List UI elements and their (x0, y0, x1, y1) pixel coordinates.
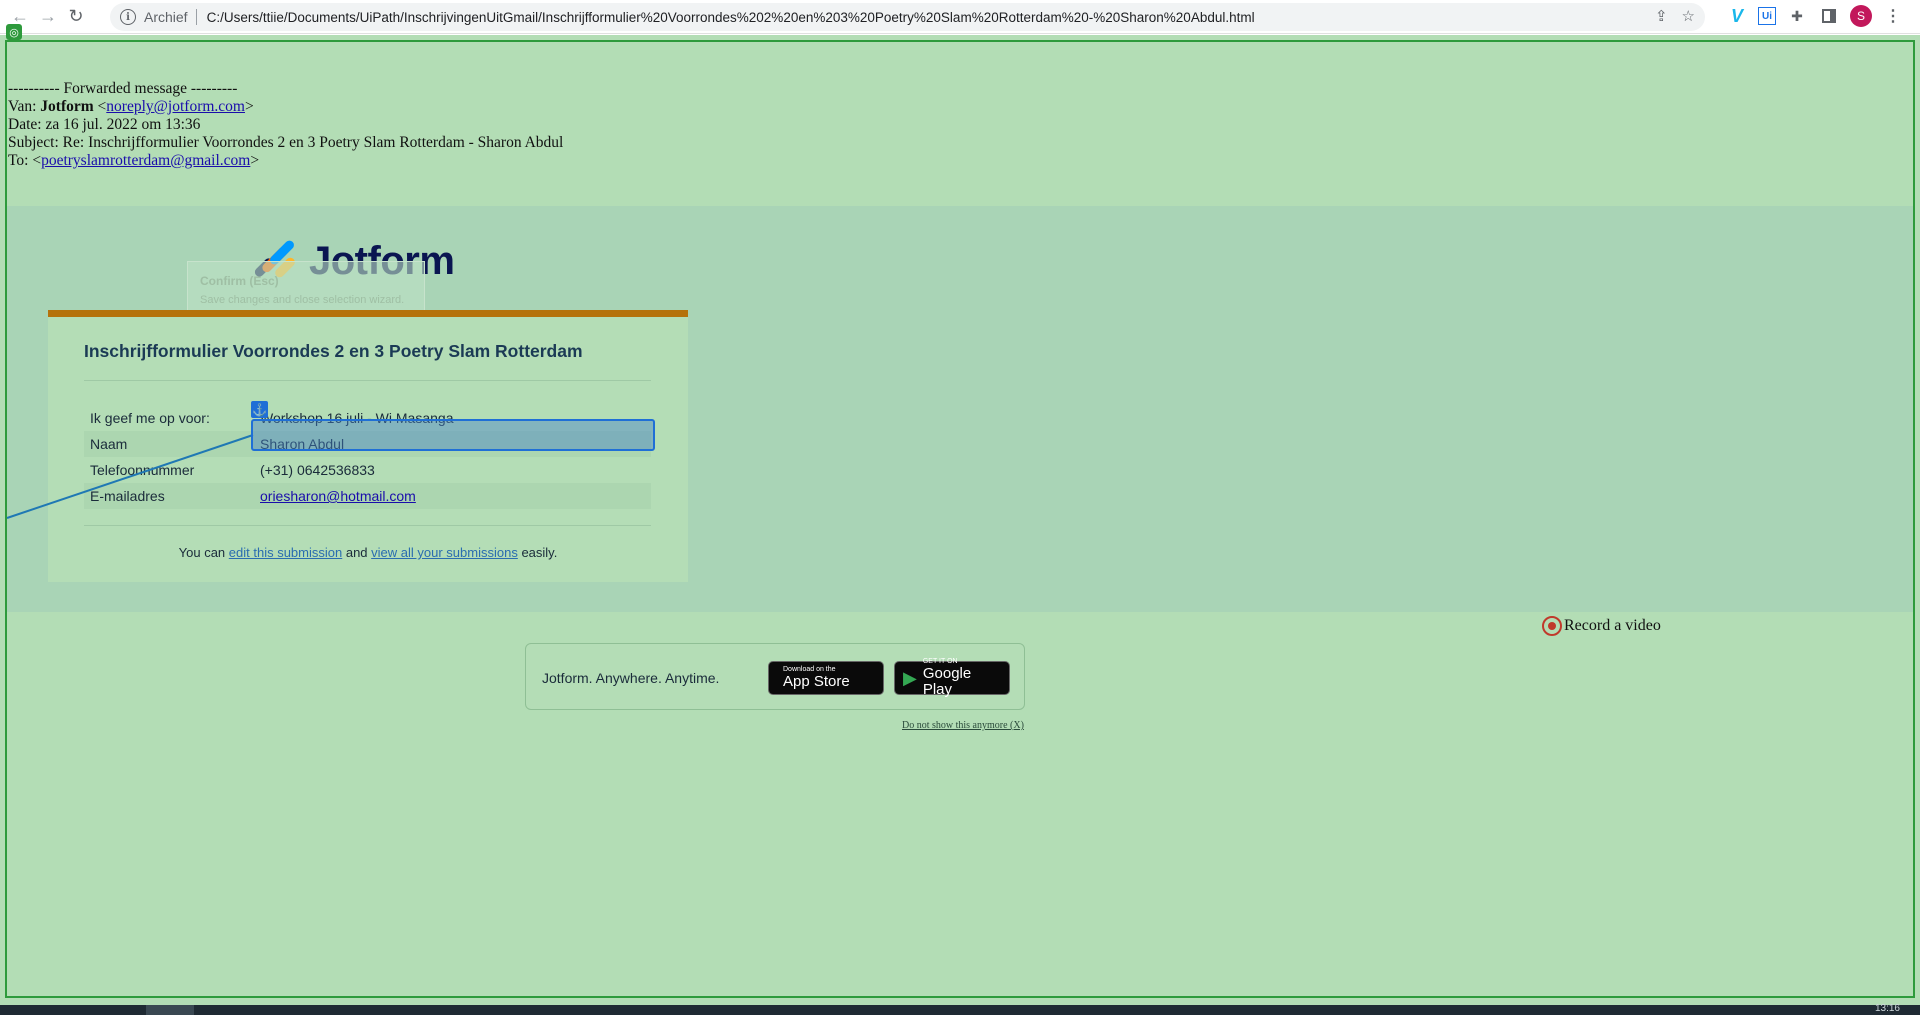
from-name: Jotform (40, 98, 94, 115)
site-info-icon[interactable]: i (120, 9, 136, 25)
google-play-button[interactable]: ▶ GET IT ON Google Play (894, 658, 1010, 698)
table-row: Telefoonnummer (+31) 0642536833 (84, 457, 651, 483)
side-panel-icon[interactable] (1818, 5, 1840, 27)
menu-kebab-icon[interactable]: ⋮ (1882, 5, 1904, 27)
address-bar[interactable]: i Archief C:/Users/ttiie/Documents/UiPat… (110, 3, 1705, 31)
tooltip-subtitle: Save changes and close selection wizard. (200, 294, 405, 306)
field-label: Naam (90, 436, 128, 452)
divider (84, 380, 651, 381)
taskbar-clock: 13:16 (1874, 1003, 1900, 1014)
vimeo-extension-icon[interactable]: V (1726, 5, 1748, 27)
field-value: (+31) 0642536833 (260, 462, 375, 478)
url-text[interactable]: C:/Users/ttiie/Documents/UiPath/Inschrij… (207, 10, 1255, 25)
from-line: Van: Jotform <noreply@jotform.com> (8, 98, 254, 115)
share-icon[interactable]: ⇪ (1655, 7, 1668, 25)
record-video-button[interactable]: Record a video (1542, 616, 1661, 636)
to-email-link[interactable]: poetryslamrotterdam@gmail.com (41, 152, 250, 169)
forward-arrow-icon[interactable]: → (34, 3, 62, 31)
divider (84, 525, 651, 526)
forwarded-header: ---------- Forwarded message --------- V… (8, 80, 563, 170)
date-line: Date: za 16 jul. 2022 om 13:36 (8, 116, 201, 133)
selected-element-highlight[interactable] (251, 419, 655, 451)
address-chip: Archief (144, 9, 188, 25)
browser-toolbar: ← → ↻ i Archief C:/Users/ttiie/Documents… (0, 0, 1920, 34)
field-label: Telefoonnummer (90, 462, 195, 478)
taskbar: 13:16 (0, 1003, 1920, 1015)
google-play-icon: ▶ (903, 667, 917, 688)
uipath-target-icon[interactable]: ◎ (6, 24, 22, 40)
reload-icon[interactable]: ↻ (62, 3, 90, 31)
taskbar-item[interactable] (146, 1005, 194, 1015)
tooltip-title: Confirm (Esc) (200, 274, 279, 288)
table-row: E-mailadres oriesharon@hotmail.com (84, 483, 651, 509)
form-title: Inschrijfformulier Voorrondes 2 en 3 Poe… (84, 341, 583, 361)
promo-tagline: Jotform. Anywhere. Anytime. (542, 670, 720, 686)
app-store-button[interactable]: Download on the App Store (768, 661, 884, 695)
from-email-link[interactable]: noreply@jotform.com (106, 98, 245, 115)
card-footer: You can edit this submission and view al… (178, 545, 558, 560)
to-line: To: <poetryslamrotterdam@gmail.com> (8, 152, 260, 169)
field-label: Ik geef me op voor: (90, 410, 210, 426)
record-video-label: Record a video (1564, 617, 1661, 634)
app-promo: Jotform. Anywhere. Anytime. Download on … (525, 643, 1025, 710)
confirm-tooltip: Confirm (Esc) Save changes and close sel… (187, 261, 425, 315)
forward-line: ---------- Forwarded message --------- (8, 80, 238, 97)
uipath-extension-icon[interactable]: Ui (1758, 7, 1776, 25)
extensions-puzzle-icon[interactable]: ✚ (1786, 5, 1808, 27)
anchor-icon[interactable]: ⚓ (251, 401, 268, 418)
subject-line: Subject: Re: Inschrijfformulier Voorrond… (8, 134, 564, 151)
record-icon (1542, 616, 1562, 636)
address-separator (195, 9, 197, 25)
edit-submission-link[interactable]: edit this submission (229, 545, 342, 560)
profile-avatar[interactable]: S (1850, 5, 1872, 27)
email-value-link[interactable]: oriesharon@hotmail.com (260, 488, 416, 504)
bookmark-star-icon[interactable]: ☆ (1682, 7, 1695, 25)
view-submissions-link[interactable]: view all your submissions (371, 545, 518, 560)
field-label: E-mailadres (90, 488, 165, 504)
do-not-show-link[interactable]: Do not show this anymore (X) (902, 720, 1024, 731)
